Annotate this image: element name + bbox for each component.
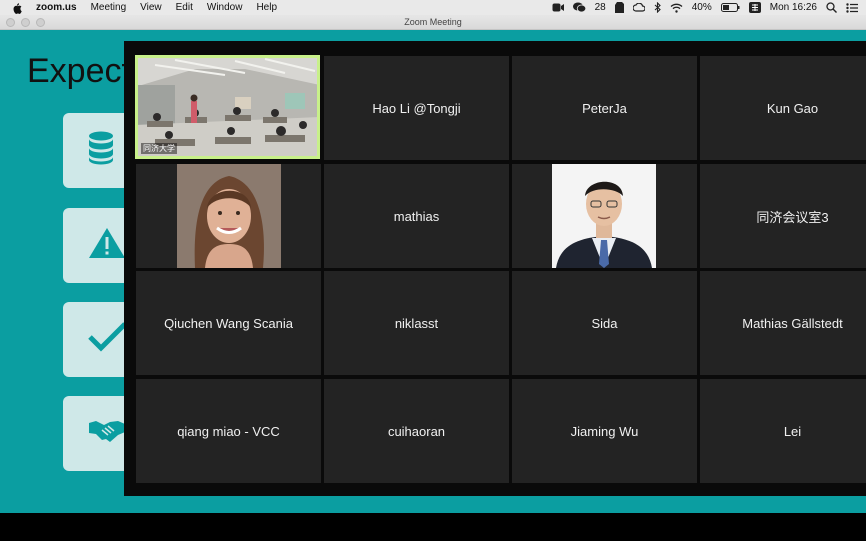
participant-name: 同济会议室3 [756, 209, 829, 225]
cloud-icon[interactable] [632, 3, 645, 12]
participant-tile[interactable]: mathias [324, 164, 509, 268]
database-icon [88, 131, 114, 170]
participant-tile-photo[interactable] [136, 164, 321, 268]
participant-tile[interactable]: cuihaoran [324, 379, 509, 483]
participant-name: niklasst [394, 315, 439, 331]
notification-center-icon[interactable] [846, 2, 858, 13]
window-minimize-button[interactable] [21, 18, 30, 27]
participant-tile[interactable]: niklasst [324, 271, 509, 375]
menu-app-name[interactable]: zoom.us [36, 2, 77, 13]
menu-help[interactable]: Help [256, 2, 277, 13]
bluetooth-icon[interactable] [654, 2, 661, 13]
participant-tile[interactable]: PeterJa [512, 56, 697, 160]
window-title-bar: Zoom Meeting [0, 15, 866, 30]
wechat-icon[interactable] [572, 2, 586, 13]
menu-edit[interactable]: Edit [176, 2, 193, 13]
participant-name: Qiuchen Wang Scania [164, 315, 293, 331]
menu-view[interactable]: View [140, 2, 162, 13]
participant-photo-woman [177, 164, 281, 268]
warning-icon [88, 227, 126, 264]
participant-tile[interactable]: 同济会议室3 [700, 164, 866, 268]
participant-tile[interactable]: Kun Gao [700, 56, 866, 160]
battery-percent: 40% [691, 2, 712, 13]
menu-bar: zoom.us Meeting View Edit Window Help 28… [0, 0, 866, 15]
participant-name: Jiaming Wu [570, 423, 639, 439]
participant-tile[interactable]: Lei [700, 379, 866, 483]
participant-tile[interactable]: Qiuchen Wang Scania [136, 271, 321, 375]
spotlight-search-icon[interactable] [826, 2, 837, 13]
participant-tile[interactable]: Jiaming Wu [512, 379, 697, 483]
battery-icon[interactable] [720, 3, 740, 12]
participant-name: Lei [783, 423, 802, 439]
tile-name-label: 同济大学 [141, 143, 177, 154]
participant-tile[interactable]: Sida [512, 271, 697, 375]
checkmark-icon [88, 322, 127, 357]
slide-title: Expect [27, 52, 131, 90]
evernote-icon[interactable] [614, 2, 624, 13]
participant-tile[interactable]: qiang miao - VCC [136, 379, 321, 483]
participant-tile[interactable]: Mathias Gällstedt [700, 271, 866, 375]
window-close-button[interactable] [6, 18, 15, 27]
handshake-icon [88, 418, 126, 449]
zoom-status-icon[interactable] [552, 3, 564, 12]
participant-name: Hao Li @Tongji [372, 100, 461, 116]
menu-meeting[interactable]: Meeting [91, 2, 127, 13]
participant-tile-photo[interactable] [512, 164, 697, 268]
input-method-icon[interactable] [748, 2, 761, 13]
participant-photo-man [552, 164, 656, 268]
participant-tile[interactable]: Hao Li @Tongji [324, 56, 509, 160]
apple-icon[interactable] [10, 0, 24, 15]
participant-name: Sida [591, 315, 618, 331]
wifi-icon[interactable] [670, 3, 683, 13]
gallery-view: 同济大学 Hao Li @Tongji PeterJa Kun Gao math… [124, 41, 866, 496]
participant-tile-video-room[interactable]: 同济大学 [135, 55, 320, 159]
participant-name: Kun Gao [766, 100, 819, 116]
participant-name: Mathias Gällstedt [742, 315, 843, 331]
window-title: Zoom Meeting [404, 17, 462, 27]
participant-name: cuihaoran [387, 423, 446, 439]
window-zoom-button[interactable] [36, 18, 45, 27]
menu-window[interactable]: Window [207, 2, 243, 13]
clock[interactable]: Mon 16:26 [770, 2, 817, 13]
participant-name: mathias [393, 208, 440, 224]
bottom-strip [0, 513, 866, 541]
wechat-count: 28 [594, 2, 606, 13]
participant-name: PeterJa [582, 100, 627, 116]
participant-name: qiang miao - VCC [177, 423, 280, 439]
